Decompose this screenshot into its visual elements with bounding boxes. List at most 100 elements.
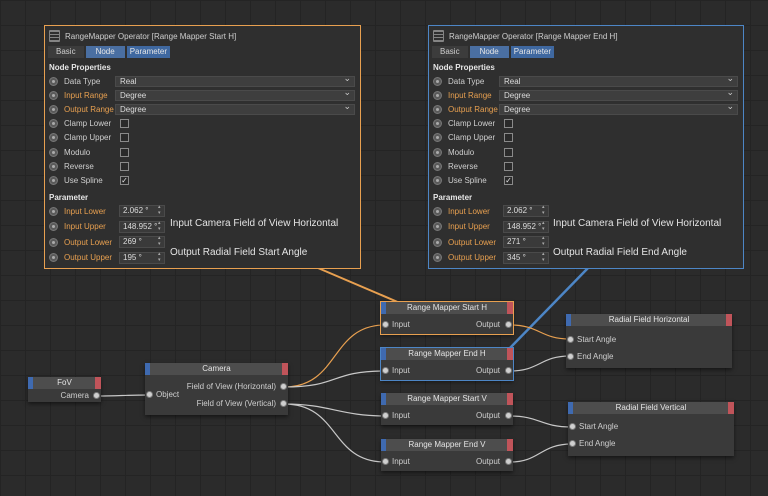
use-spline-checkbox[interactable]: ✓ xyxy=(120,175,129,185)
wire-start-v-rf xyxy=(509,415,573,428)
port-label-start-angle: Start Angle xyxy=(577,335,617,344)
animate-icon[interactable] xyxy=(49,104,58,114)
output-port-fov-vertical[interactable] xyxy=(280,400,287,407)
animate-icon[interactable] xyxy=(49,76,58,86)
attribute-panel-end-h: RangeMapper Operator [Range Mapper End H… xyxy=(428,25,744,269)
reverse-checkbox[interactable] xyxy=(120,161,129,171)
row-use-spline: Use Spline ✓ xyxy=(45,173,360,187)
node-title: Range Mapper End H xyxy=(381,348,513,360)
node-range-mapper-end-v[interactable]: Range Mapper End V Input Output xyxy=(381,439,513,471)
port-label-object: Object xyxy=(156,390,180,399)
modulo-checkbox[interactable] xyxy=(120,147,129,157)
animate-icon[interactable] xyxy=(49,161,58,171)
input-range-dropdown[interactable]: Degree xyxy=(115,88,355,101)
input-port-end-angle[interactable] xyxy=(569,440,576,447)
node-range-mapper-start-v[interactable]: Range Mapper Start V Input Output xyxy=(381,393,513,425)
port-label-output: Output xyxy=(475,366,500,375)
input-lower-field[interactable]: 2.062 ° xyxy=(503,204,549,218)
node-camera[interactable]: Camera Object Field of View (Horizontal)… xyxy=(145,363,288,415)
section-node-properties: Node Properties xyxy=(433,63,495,72)
row-data-type: Data Type Real xyxy=(45,74,360,88)
annotation-input: Input Camera Field of View Horizontal xyxy=(553,218,722,229)
port-label-fov-vertical: Field of View (Vertical) xyxy=(196,399,276,408)
animate-icon[interactable] xyxy=(49,253,58,263)
port-label-input: Input xyxy=(392,320,410,329)
data-type-dropdown[interactable]: Real xyxy=(499,74,738,87)
row-input-range: Input Range Degree xyxy=(429,88,743,102)
row-input-lower: Input Lower 2.062 ° xyxy=(45,204,360,220)
wire-end-v-rf xyxy=(509,443,573,463)
animate-icon[interactable] xyxy=(433,161,442,171)
input-port-end-angle[interactable] xyxy=(567,353,574,360)
input-upper-field[interactable]: 148.952 ° xyxy=(503,220,549,233)
clamp-upper-checkbox[interactable] xyxy=(120,133,129,143)
row-modulo: Modulo xyxy=(429,145,743,159)
animate-icon[interactable] xyxy=(433,104,442,114)
input-port[interactable] xyxy=(382,458,389,465)
output-range-dropdown[interactable]: Degree xyxy=(499,102,738,115)
output-port-fov-horizontal[interactable] xyxy=(280,383,287,390)
tab-parameter[interactable]: Parameter xyxy=(126,46,171,58)
output-lower-field[interactable]: 271 ° xyxy=(503,235,549,249)
modulo-checkbox[interactable] xyxy=(504,147,513,157)
animate-icon[interactable] xyxy=(433,206,442,216)
input-port-start-angle[interactable] xyxy=(569,423,576,430)
animate-icon[interactable] xyxy=(49,206,58,216)
animate-icon[interactable] xyxy=(433,253,442,263)
output-upper-field[interactable]: 345 ° xyxy=(503,251,549,264)
output-port[interactable] xyxy=(505,458,512,465)
animate-icon[interactable] xyxy=(49,237,58,247)
clamp-upper-checkbox[interactable] xyxy=(504,133,513,143)
output-range-dropdown[interactable]: Degree xyxy=(115,102,355,115)
section-parameter: Parameter xyxy=(49,192,89,202)
animate-icon[interactable] xyxy=(433,133,442,143)
input-upper-field[interactable]: 148.952 ° xyxy=(119,220,165,233)
output-lower-field[interactable]: 269 ° xyxy=(119,235,165,249)
output-port-camera[interactable] xyxy=(93,392,100,399)
row-clamp-lower: Clamp Lower xyxy=(45,117,360,131)
output-port[interactable] xyxy=(505,321,512,328)
node-range-mapper-end-h[interactable]: Range Mapper End H Input Output xyxy=(380,347,514,381)
input-port[interactable] xyxy=(382,321,389,328)
clamp-lower-checkbox[interactable] xyxy=(120,119,129,129)
animate-icon[interactable] xyxy=(49,175,58,185)
animate-icon[interactable] xyxy=(49,119,58,129)
animate-icon[interactable] xyxy=(49,90,58,100)
node-radial-field-vertical[interactable]: Radial Field Vertical Start Angle End An… xyxy=(568,402,734,456)
input-port[interactable] xyxy=(382,367,389,374)
animate-icon[interactable] xyxy=(433,90,442,100)
node-range-mapper-start-h[interactable]: Range Mapper Start H Input Output xyxy=(380,301,514,335)
output-port[interactable] xyxy=(505,367,512,374)
panel-title: RangeMapper Operator [Range Mapper Start… xyxy=(45,26,360,46)
animate-icon[interactable] xyxy=(49,133,58,143)
input-range-dropdown[interactable]: Degree xyxy=(499,88,738,101)
input-port-start-angle[interactable] xyxy=(567,336,574,343)
animate-icon[interactable] xyxy=(433,175,442,185)
animate-icon[interactable] xyxy=(433,119,442,129)
tab-basic[interactable]: Basic xyxy=(432,46,468,58)
output-port[interactable] xyxy=(505,412,512,419)
animate-icon[interactable] xyxy=(49,147,58,157)
node-title: Range Mapper End V xyxy=(381,439,513,451)
animate-icon[interactable] xyxy=(433,147,442,157)
input-lower-field[interactable]: 2.062 ° xyxy=(119,204,165,218)
output-upper-field[interactable]: 195 ° xyxy=(119,251,165,264)
animate-icon[interactable] xyxy=(433,222,442,232)
tab-basic[interactable]: Basic xyxy=(48,46,84,58)
tab-node[interactable]: Node xyxy=(469,46,509,58)
data-type-dropdown[interactable]: Real xyxy=(115,74,355,87)
clamp-lower-checkbox[interactable] xyxy=(504,119,513,129)
input-port-object[interactable] xyxy=(146,391,153,398)
tab-node[interactable]: Node xyxy=(85,46,125,58)
section-node-properties: Node Properties xyxy=(49,63,111,72)
tab-parameter[interactable]: Parameter xyxy=(510,46,555,58)
use-spline-checkbox[interactable]: ✓ xyxy=(504,175,513,185)
row-input-range: Input Range Degree xyxy=(45,88,360,102)
reverse-checkbox[interactable] xyxy=(504,161,513,171)
animate-icon[interactable] xyxy=(49,222,58,232)
node-fov[interactable]: FoV Camera xyxy=(28,377,101,402)
animate-icon[interactable] xyxy=(433,76,442,86)
animate-icon[interactable] xyxy=(433,237,442,247)
node-radial-field-horizontal[interactable]: Radial Field Horizontal Start Angle End … xyxy=(566,314,732,368)
input-port[interactable] xyxy=(382,412,389,419)
